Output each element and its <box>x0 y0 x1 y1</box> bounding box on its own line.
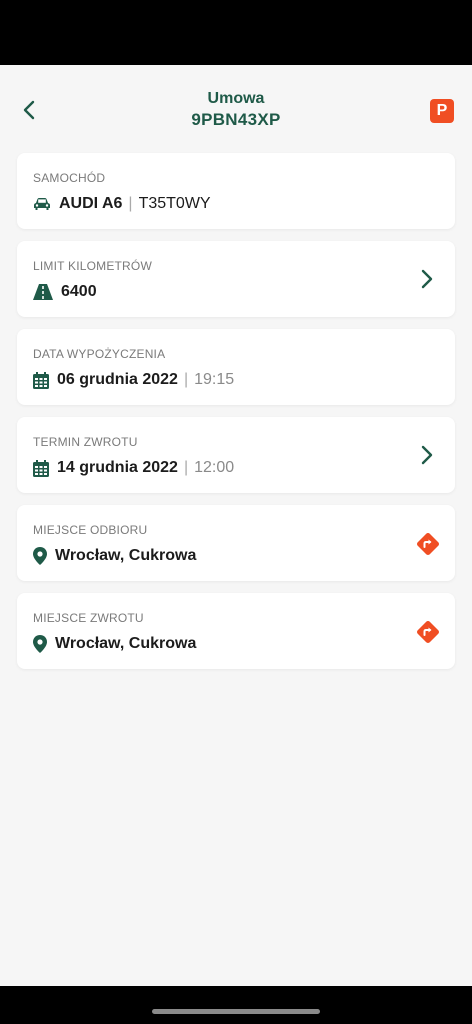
return-deadline-chevron[interactable] <box>415 443 439 467</box>
system-nav-bar <box>0 986 472 1024</box>
car-card: SAMOCHÓD AUDI A6 | T35T0WY <box>17 153 455 229</box>
directions-icon <box>417 621 439 643</box>
home-indicator[interactable] <box>152 1009 320 1014</box>
page-title: Umowa <box>207 90 265 107</box>
return-time-value: 12:00 <box>194 459 235 476</box>
road-icon <box>33 284 53 300</box>
calendar-icon <box>33 459 49 477</box>
pickup-place-value: Wrocław, Cukrowa <box>55 547 197 564</box>
chevron-right-icon <box>421 445 433 465</box>
title-block: Umowa 9PBN43XP <box>100 89 372 131</box>
separator: | <box>183 371 189 388</box>
return-deadline-label: TERMIN ZWROTU <box>33 435 138 449</box>
rental-date-value: 06 grudnia 2022 <box>57 371 178 388</box>
return-place-value: Wrocław, Cukrowa <box>55 635 197 652</box>
car-plate: T35T0WY <box>138 195 211 212</box>
contract-number: 9PBN43XP <box>191 110 281 129</box>
separator: | <box>183 459 189 476</box>
directions-icon <box>417 533 439 555</box>
return-place-card: MIEJSCE ZWROTU Wrocław, Cukrowa <box>17 593 455 669</box>
chevron-left-icon <box>23 100 35 120</box>
location-pin-icon <box>33 635 47 653</box>
back-button[interactable] <box>14 95 44 125</box>
header: Umowa 9PBN43XP P <box>0 65 472 150</box>
km-limit-value: 6400 <box>61 283 97 300</box>
return-directions-button[interactable] <box>415 619 441 645</box>
return-date-value: 14 grudnia 2022 <box>57 459 178 476</box>
car-model: AUDI A6 <box>59 195 123 212</box>
return-place-label: MIEJSCE ZWROTU <box>33 611 144 625</box>
chevron-right-icon <box>421 269 433 289</box>
car-icon <box>33 197 51 211</box>
separator: | <box>128 195 133 212</box>
location-pin-icon <box>33 547 47 565</box>
pickup-place-label: MIEJSCE ODBIORU <box>33 523 148 537</box>
return-deadline-card[interactable]: TERMIN ZWROTU 14 grudnia 2022 | 12:00 <box>17 417 455 493</box>
car-label: SAMOCHÓD <box>33 171 106 185</box>
parking-button[interactable]: P <box>430 99 454 123</box>
status-bar <box>0 0 472 65</box>
pickup-place-card: MIEJSCE ODBIORU Wrocław, Cukrowa <box>17 505 455 581</box>
rental-time-value: 19:15 <box>194 371 235 388</box>
pickup-directions-button[interactable] <box>415 531 441 557</box>
km-limit-card[interactable]: LIMIT KILOMETRÓW 6400 <box>17 241 455 317</box>
km-limit-chevron[interactable] <box>415 267 439 291</box>
rental-date-label: DATA WYPOŻYCZENIA <box>33 347 166 361</box>
km-limit-label: LIMIT KILOMETRÓW <box>33 259 152 273</box>
rental-date-card: DATA WYPOŻYCZENIA 06 grudnia 2022 | 19:1… <box>17 329 455 405</box>
parking-icon: P <box>436 102 448 119</box>
calendar-icon <box>33 371 49 389</box>
